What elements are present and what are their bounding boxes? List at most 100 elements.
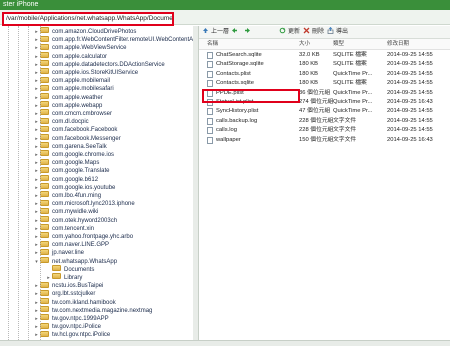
file-modified: 2014-09-25 16:43 bbox=[387, 136, 433, 143]
path-bar: /var/mobile/Applications/net.whatsapp.Wh… bbox=[0, 10, 450, 26]
tree-item-label: com.apple.WebViewService bbox=[52, 45, 127, 52]
tree-item-label: com.amazon.CloudDrivePhotos bbox=[52, 29, 137, 35]
file-icon bbox=[207, 117, 213, 125]
column-size[interactable]: 大小 bbox=[299, 40, 310, 48]
tree-item-label: com.apple.calculator bbox=[52, 53, 108, 60]
tree-guide-line bbox=[28, 26, 30, 340]
tree-item-label: com.facebook.Messenger bbox=[52, 135, 121, 142]
file-name: wallpaper bbox=[216, 136, 241, 143]
tree-expander-icon[interactable]: ▸ bbox=[34, 331, 39, 340]
folder-tree: ▸ com.amazon.CloudDrivePhotos ▸ com.app.fr.… bbox=[0, 26, 194, 340]
file-toolbar: 上一層 更新 刪除 導出 bbox=[199, 26, 450, 39]
column-modified[interactable]: 修改日期 bbox=[387, 40, 409, 48]
file-type: QuickTime Pr... bbox=[333, 70, 373, 77]
tree-expander-icon[interactable]: ▾ bbox=[34, 258, 39, 267]
folder-icon bbox=[52, 273, 61, 280]
back-button[interactable] bbox=[231, 28, 240, 36]
tree-item-label: com.google.Maps bbox=[52, 160, 100, 167]
file-row[interactable]: Contacts.sqlite 180 KB SQLITE 檔案 2014-09-25… bbox=[199, 79, 450, 88]
file-name: calls.log bbox=[216, 127, 237, 134]
file-icon bbox=[207, 108, 213, 116]
tree-item-label: com.apple.webapp bbox=[52, 102, 103, 109]
highlight-box bbox=[202, 89, 300, 103]
folder-icon bbox=[52, 265, 61, 272]
tree-item-label: com.apple.mobilemail bbox=[52, 78, 111, 85]
file-row[interactable]: calls.backup.log 228 個位元組 文字文件 2014-09-25 1… bbox=[199, 117, 450, 126]
tree-guide-line bbox=[18, 26, 20, 340]
tree-item-label: com.app.fr.WebContentFilter.remoteUI.Web… bbox=[52, 37, 194, 44]
file-size: 228 個位元組 bbox=[299, 127, 334, 134]
back-arrow-icon bbox=[231, 27, 238, 34]
file-type: 文字文件 bbox=[333, 136, 357, 143]
tree-item-label: jp.naver.line bbox=[52, 250, 85, 257]
tree-item-label: tw.gov.ntpc.iPolice bbox=[52, 324, 101, 331]
status-strip bbox=[0, 340, 450, 346]
file-icon bbox=[207, 136, 213, 144]
path-input[interactable]: /var/mobile/Applications/net.whatsapp.Wh… bbox=[2, 12, 174, 26]
file-icon bbox=[207, 61, 213, 69]
refresh-icon bbox=[279, 27, 286, 34]
tree-item-label: Library bbox=[64, 275, 83, 281]
tree-item-label: tw.hcl.gov.ntpc.iPolice bbox=[52, 332, 111, 339]
file-type: QuickTime Pr... bbox=[333, 99, 373, 105]
file-modified: 2014-09-25 14:55 bbox=[387, 61, 433, 68]
file-row[interactable]: Contacts.plist 180 KB QuickTime Pr... 2014-… bbox=[199, 70, 450, 79]
file-row[interactable]: SyncHistory.plist 47 個位元組 QuickTime Pr... 2… bbox=[199, 107, 450, 116]
column-type[interactable]: 類型 bbox=[333, 40, 344, 48]
file-type: QuickTime Pr... bbox=[333, 89, 373, 96]
tree-item-label: com.naver.LINE.GPP bbox=[52, 242, 110, 249]
file-type: 文字文件 bbox=[333, 117, 357, 124]
file-modified: 2014-09-25 14:55 bbox=[387, 127, 433, 134]
delete-icon bbox=[303, 27, 310, 34]
tree-item-label: ncstu.ios.BusTaipei bbox=[52, 283, 104, 290]
file-row[interactable]: ChatStorage.sqlite 180 KB SQLITE 檔案 2014-09… bbox=[199, 60, 450, 69]
file-icon bbox=[207, 127, 213, 135]
tree-item-label: com.google.b612 bbox=[52, 176, 99, 183]
export-button[interactable]: 導出 bbox=[327, 26, 348, 36]
file-name: SyncHistory.plist bbox=[216, 108, 259, 115]
file-type: SQLITE 檔案 bbox=[333, 80, 367, 87]
file-name: calls.backup.log bbox=[216, 117, 258, 124]
file-type: SQLITE 檔案 bbox=[333, 61, 367, 68]
refresh-button[interactable]: 更新 bbox=[279, 27, 300, 36]
tree-item-label: tw.com.ikland.hamibook bbox=[52, 299, 116, 306]
tree-item-label: com.tencent.xin bbox=[52, 225, 95, 232]
file-modified: 2014-09-25 14:55 bbox=[387, 108, 433, 115]
forward-button[interactable] bbox=[244, 28, 253, 36]
tree-guide-line bbox=[8, 26, 10, 340]
tree-item-label: com.garena.SeeTalk bbox=[52, 143, 107, 150]
file-icon bbox=[207, 52, 213, 59]
tree-item-label: com.google.ios.youtube bbox=[52, 184, 116, 191]
file-row[interactable]: ChatSearch.sqlite 32.0 KB SQLITE 檔案 2014-09… bbox=[199, 51, 450, 60]
file-name: ChatStorage.sqlite bbox=[216, 61, 264, 68]
tree-item-label: com.microsoft.lync2013.iphone bbox=[52, 201, 135, 208]
tree-item[interactable]: ▸ tw.hcl.gov.ntpc.iPolice bbox=[34, 330, 111, 340]
file-type: SQLITE 檔案 bbox=[333, 52, 367, 58]
file-type: QuickTime Pr... bbox=[333, 108, 373, 115]
column-name[interactable]: 名稱 bbox=[207, 40, 218, 48]
tree-item-label: com.mywidle.wiki bbox=[52, 209, 99, 216]
file-row[interactable]: calls.log 228 個位元組 文字文件 2014-09-25 14:55 bbox=[199, 126, 450, 135]
tree-item-label: com.apple.ios.StoreKitUIService bbox=[52, 70, 139, 76]
file-name: Contacts.plist bbox=[216, 70, 251, 77]
file-list-header: 名稱 大小 類型 修改日期 bbox=[199, 39, 450, 50]
file-size: 228 個位元組 bbox=[299, 117, 334, 124]
delete-button[interactable]: 刪除 bbox=[303, 27, 324, 36]
file-size: 150 個位元組 bbox=[299, 136, 334, 143]
tree-guide-line bbox=[40, 26, 42, 340]
file-pane: 上一層 更新 刪除 導出 名稱 大小 類型 修改日期 ChatSearch.sq… bbox=[199, 26, 450, 340]
tree-item-label: com.cmcm.cmbrowser bbox=[52, 111, 113, 117]
up-button[interactable]: 上一層 bbox=[202, 28, 229, 36]
file-row[interactable]: wallpaper 150 個位元組 文字文件 2014-09-25 16:43 bbox=[199, 136, 450, 145]
file-modified: 2014-09-25 16:43 bbox=[387, 99, 433, 105]
forward-arrow-icon bbox=[244, 27, 251, 34]
file-name: Contacts.sqlite bbox=[216, 80, 255, 87]
file-size: 180 KB bbox=[299, 61, 319, 68]
file-size: 47 個位元組 bbox=[299, 108, 331, 115]
tree-item-label: com.apple.datadetectors.DDActionService bbox=[52, 61, 165, 68]
file-modified: 2014-09-25 14:55 bbox=[387, 89, 433, 96]
file-modified: 2014-09-25 14:55 bbox=[387, 117, 433, 124]
tree-item-label: com.lbo.4fun.ming bbox=[52, 193, 102, 199]
window-title: ster iPhone bbox=[0, 0, 450, 10]
export-icon bbox=[327, 26, 334, 34]
